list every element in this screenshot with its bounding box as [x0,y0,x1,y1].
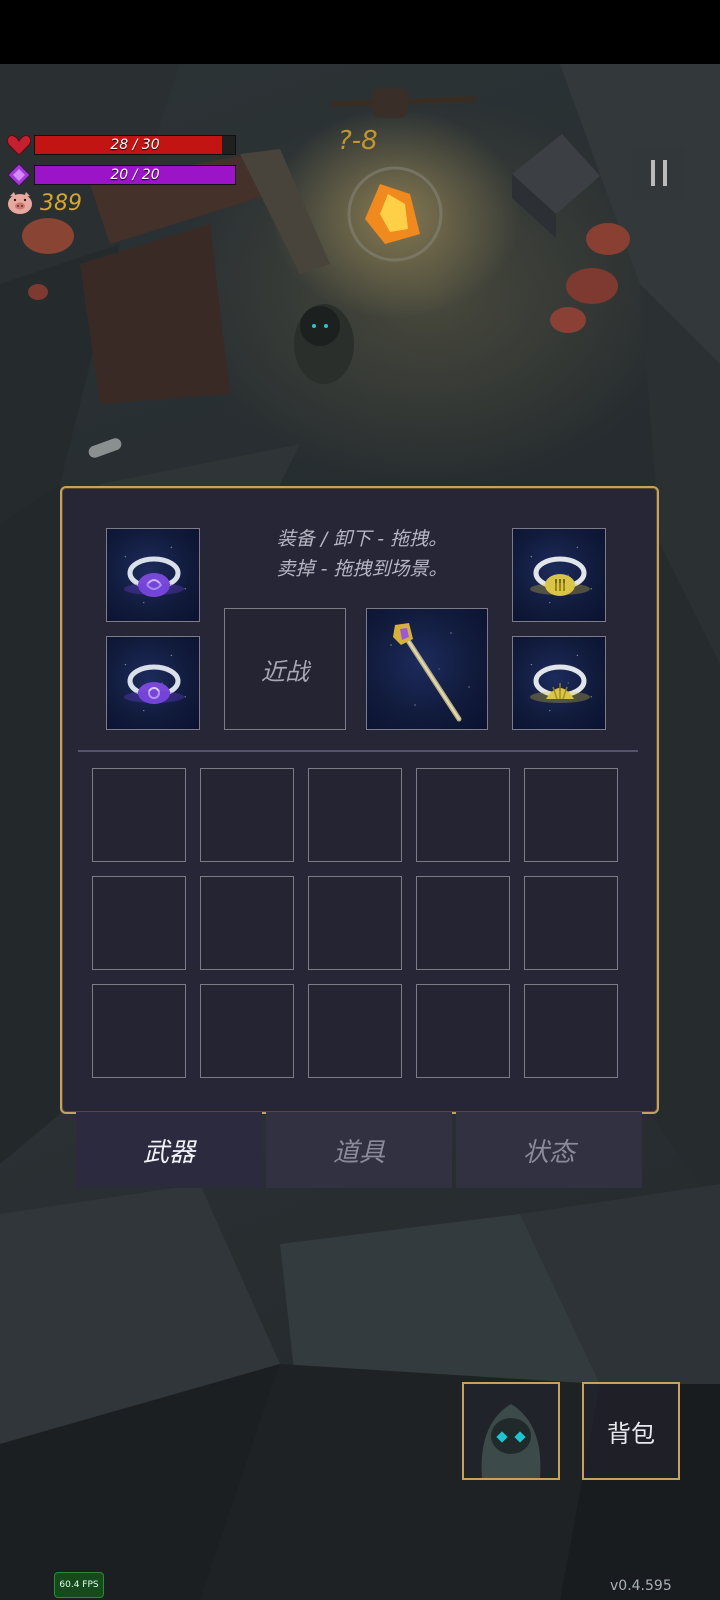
hp-row: 28 / 30 [6,132,236,158]
fps-counter: 60.4 FPS [54,1572,104,1598]
inventory-slot[interactable] [416,768,510,862]
inventory-divider [78,750,638,752]
tab-status[interactable]: 状态 [456,1112,642,1188]
inventory-slot[interactable] [524,768,618,862]
melee-label: 近战 [261,657,309,686]
equip-slot-weapon[interactable] [366,608,488,730]
tab-items[interactable]: 道具 [266,1112,452,1188]
equip-slot-ring-top-left[interactable] [106,528,200,622]
heart-icon [6,135,32,156]
inventory-hint: 装备 / 卸下 - 拖拽。 卖掉 - 拖拽到场景。 [212,524,512,584]
pause-button[interactable] [632,146,686,200]
gold-shell-ring-icon [530,664,590,703]
floating-damage-text: ?-8 [338,126,378,156]
inventory-slot[interactable] [200,876,294,970]
character-button[interactable] [462,1382,560,1480]
gold-row: 389 [6,190,82,216]
status-bar [0,0,720,64]
inventory-slot[interactable] [92,876,186,970]
golden-staff-icon [393,623,462,722]
hint-sell: 卖掉 - 拖拽到场景。 [276,558,448,580]
inventory-slot[interactable] [92,768,186,862]
inventory-slot[interactable] [416,984,510,1078]
gold-gem-ring-icon [530,556,590,596]
purple-gem-ring-icon [124,556,184,597]
bag-button[interactable]: 背包 [582,1382,680,1480]
tab-weapons[interactable]: 武器 [76,1112,262,1188]
purple-swirl-ring-icon [124,664,184,704]
inventory-slot[interactable] [416,876,510,970]
mp-row: 20 / 20 [6,162,236,188]
inventory-slot[interactable] [308,768,402,862]
mp-text: 20 / 20 [110,167,160,183]
diamond-icon [7,163,31,187]
inventory-slot[interactable] [524,876,618,970]
equip-slot-ring-top-right[interactable] [512,528,606,622]
bag-label: 背包 [607,1419,655,1448]
inventory-slot[interactable] [524,984,618,1078]
equip-slot-ring-bottom-left[interactable] [106,636,200,730]
hp-bar: 28 / 30 [34,135,236,155]
equip-slot-ring-bottom-right[interactable] [512,636,606,730]
inventory-slot[interactable] [308,876,402,970]
inventory-slot[interactable] [200,984,294,1078]
inventory-slot[interactable] [92,984,186,1078]
gold-count: 389 [40,190,82,216]
mp-bar: 20 / 20 [34,165,236,185]
pig-icon [8,192,32,214]
inventory-slot[interactable] [308,984,402,1078]
equip-slot-melee[interactable]: 近战 [224,608,346,730]
pause-icon-bar [663,160,667,186]
inventory-slot[interactable] [200,768,294,862]
inventory-panel: 装备 / 卸下 - 拖拽。 卖掉 - 拖拽到场景。 近战 [60,486,659,1114]
hooded-character-icon [481,1404,541,1478]
pause-icon [651,160,655,186]
hp-text: 28 / 30 [110,137,160,153]
version-label: v0.4.595 [610,1578,672,1594]
hint-equip: 装备 / 卸下 - 拖拽。 [276,528,448,550]
